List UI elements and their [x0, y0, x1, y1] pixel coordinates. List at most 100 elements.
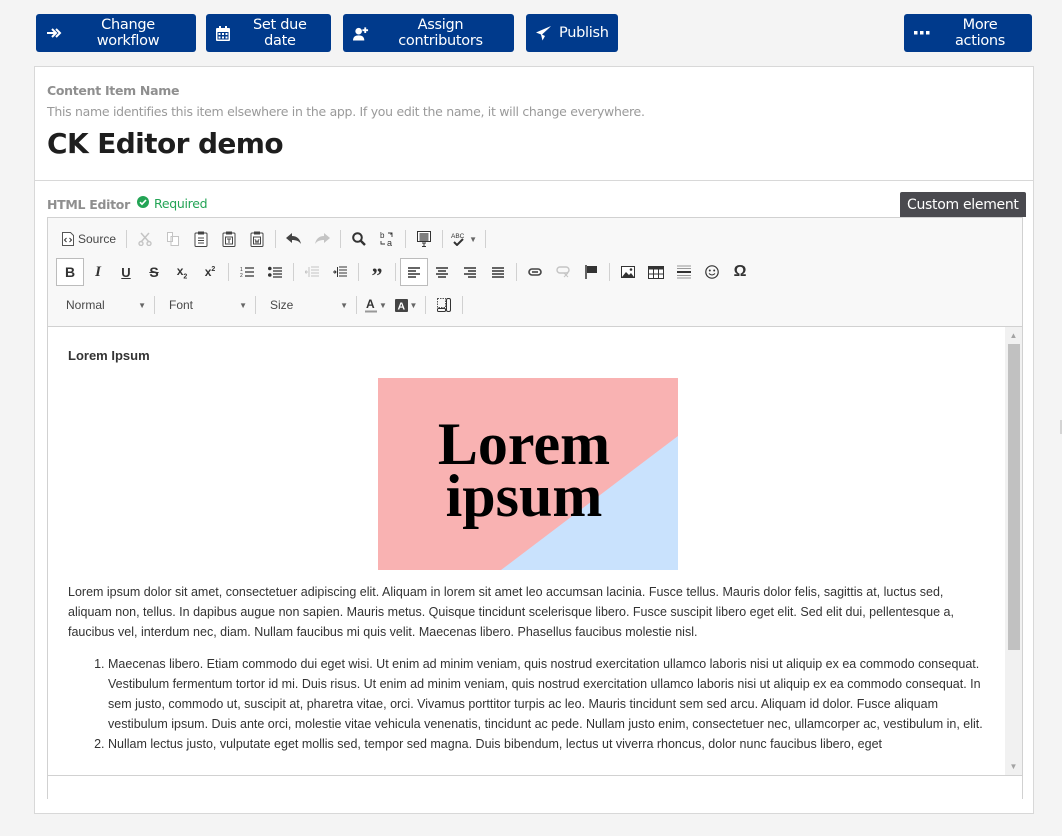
html-editor-label: HTML Editor	[47, 197, 130, 212]
image-icon	[621, 266, 635, 278]
editor-document[interactable]: Lorem Ipsum Lorem ipsum Lorem ipsum dolo…	[68, 347, 988, 754]
bulleted-list-button[interactable]	[261, 258, 289, 286]
blockquote-button[interactable]: ”	[363, 258, 391, 287]
scrollbar-thumb[interactable]	[1008, 344, 1020, 650]
find-button[interactable]	[345, 225, 373, 253]
toolbar-separator	[358, 263, 359, 281]
toolbar-separator	[228, 263, 229, 281]
format-select[interactable]: Normal ▼	[56, 291, 150, 319]
svg-text:A: A	[397, 300, 405, 312]
list-item: Nullam lectus justo, vulputate eget moll…	[108, 734, 988, 754]
editor-content-area[interactable]: Lorem Ipsum Lorem ipsum Lorem ipsum dolo…	[48, 327, 1022, 775]
paste-text-button[interactable]	[215, 225, 243, 253]
assign-contributors-button[interactable]: Assign contributors	[343, 14, 514, 52]
special-char-icon: Ω	[733, 263, 747, 280]
underline-button[interactable]: U	[112, 258, 140, 286]
size-select[interactable]: Size ▼	[260, 291, 352, 319]
svg-text:A: A	[366, 298, 375, 311]
align-left-button[interactable]	[400, 258, 428, 286]
justify-icon	[492, 266, 504, 278]
paste-text-icon	[222, 231, 236, 247]
show-blocks-icon	[437, 298, 451, 312]
bold-button[interactable]: B	[56, 258, 84, 286]
paste-icon	[194, 231, 208, 247]
chevron-down-icon: ▼	[138, 300, 146, 310]
align-center-button[interactable]	[428, 258, 456, 286]
horizontal-line-button[interactable]	[670, 258, 698, 286]
strikethrough-button[interactable]: S	[140, 258, 168, 286]
text-color-icon: A	[365, 298, 378, 312]
toolbar-row-2: B I U S x2 x2 12 ” Ω	[56, 258, 754, 287]
content-paragraph: Lorem ipsum dolor sit amet, consectetuer…	[68, 585, 954, 639]
align-left-icon	[408, 266, 420, 278]
change-workflow-label: Change workflow	[96, 17, 160, 49]
redo-button[interactable]	[308, 225, 336, 253]
replace-button[interactable]: ba	[373, 225, 401, 253]
spellcheck-icon: ABC	[451, 233, 465, 246]
editor-scrollbar[interactable]: ▲ ▼	[1005, 327, 1022, 775]
toolbar-separator	[356, 296, 357, 314]
show-blocks-button[interactable]	[430, 291, 458, 319]
font-select[interactable]: Font ▼	[159, 291, 251, 319]
toolbar-separator	[405, 230, 407, 248]
content-item-card: Content Item Name This name identifies t…	[34, 66, 1034, 814]
special-char-button[interactable]: Ω	[726, 258, 754, 286]
image-button[interactable]	[614, 258, 642, 286]
toolbar-separator	[485, 230, 487, 248]
toolbar-separator	[293, 263, 294, 281]
set-due-date-button[interactable]: Set due date	[206, 14, 331, 52]
change-workflow-button[interactable]: Change workflow	[36, 14, 196, 52]
text-color-button[interactable]: A ▼	[361, 291, 391, 319]
chevron-down-icon: ▼	[340, 300, 348, 310]
toolbar-separator	[275, 230, 277, 248]
italic-icon: I	[95, 263, 101, 280]
spellcheck-button[interactable]: ABC ▼	[447, 225, 481, 253]
italic-button[interactable]: I	[84, 258, 112, 286]
subscript-button[interactable]: x2	[168, 258, 196, 286]
toolbar-separator	[516, 263, 517, 281]
indent-button[interactable]	[326, 258, 354, 286]
background-color-button[interactable]: A ▼	[391, 291, 421, 319]
superscript-button[interactable]: x2	[196, 258, 224, 286]
outdent-button[interactable]	[298, 258, 326, 286]
paste-button[interactable]	[187, 225, 215, 253]
source-icon	[62, 232, 74, 246]
more-actions-button[interactable]: More actions	[904, 14, 1032, 52]
set-due-date-label: Set due date	[253, 17, 307, 49]
toolbar-separator	[462, 296, 463, 314]
double-arrow-right-icon	[46, 25, 62, 41]
bulleted-list-icon	[268, 266, 282, 278]
editor-status-bar	[48, 775, 1022, 799]
publish-label: Publish	[559, 25, 609, 41]
table-button[interactable]	[642, 258, 670, 286]
unlink-button[interactable]	[549, 258, 577, 286]
link-button[interactable]	[521, 258, 549, 286]
lorem-ipsum-image[interactable]: Lorem ipsum	[378, 378, 678, 570]
justify-button[interactable]	[484, 258, 512, 286]
required-label: Required	[154, 196, 208, 211]
replace-icon: ba	[380, 231, 393, 247]
align-right-button[interactable]	[456, 258, 484, 286]
publish-button[interactable]: Publish	[526, 14, 618, 52]
font-value: Font	[169, 298, 194, 312]
align-right-icon	[464, 266, 476, 278]
outdent-icon	[305, 266, 319, 277]
chevron-down-icon: ▼	[379, 300, 387, 310]
copy-button[interactable]	[159, 225, 187, 253]
name-field-section: Content Item Name This name identifies t…	[35, 67, 1033, 181]
unlink-icon	[556, 266, 570, 278]
paste-word-button[interactable]	[243, 225, 271, 253]
source-button[interactable]: Source	[56, 225, 122, 253]
ellipsis-icon	[914, 25, 930, 41]
scroll-up-arrow-icon[interactable]: ▲	[1005, 327, 1022, 344]
item-name-input[interactable]: CK Editor demo	[47, 127, 284, 160]
cut-button[interactable]	[131, 225, 159, 253]
cut-icon	[138, 232, 152, 246]
table-icon	[648, 265, 664, 279]
anchor-button[interactable]	[577, 258, 605, 286]
select-all-button[interactable]	[410, 225, 438, 253]
undo-button[interactable]	[280, 225, 308, 253]
scroll-down-arrow-icon[interactable]: ▼	[1005, 758, 1022, 775]
numbered-list-button[interactable]: 12	[233, 258, 261, 286]
smiley-button[interactable]	[698, 258, 726, 286]
